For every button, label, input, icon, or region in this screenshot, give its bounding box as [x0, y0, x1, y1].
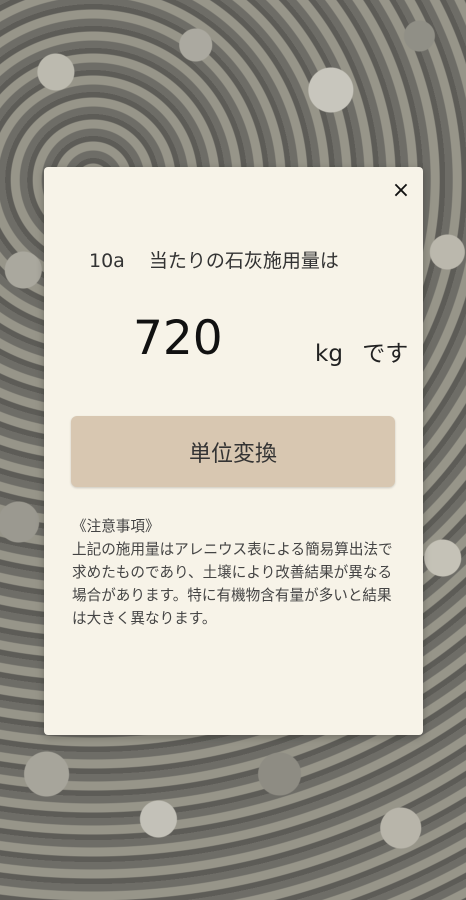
- notice-heading: 《注意事項》: [72, 518, 160, 535]
- dialog-title: 10a 当たりの石灰施用量は: [89, 246, 339, 273]
- result-unit: kg です: [315, 334, 408, 368]
- close-button[interactable]: ×: [389, 179, 413, 203]
- unit-suffix: です: [362, 341, 409, 367]
- close-icon: ×: [391, 178, 411, 203]
- result-dialog: × 10a 当たりの石灰施用量は 720 kg です 単位変換 《注意事項》 上…: [44, 167, 423, 735]
- result-value: 720: [133, 311, 223, 366]
- notice-section: 《注意事項》 上記の施用量はアレニウス表による簡易算出法で求めたものであり、土壌…: [72, 515, 402, 630]
- title-text: 当たりの石灰施用量は: [148, 250, 339, 272]
- notice-body: 上記の施用量はアレニウス表による簡易算出法で求めたものであり、土壌により改善結果…: [72, 541, 393, 627]
- unit-kg: kg: [315, 341, 343, 367]
- unit-convert-button[interactable]: 単位変換: [71, 416, 395, 487]
- area-label: 10a: [89, 250, 125, 272]
